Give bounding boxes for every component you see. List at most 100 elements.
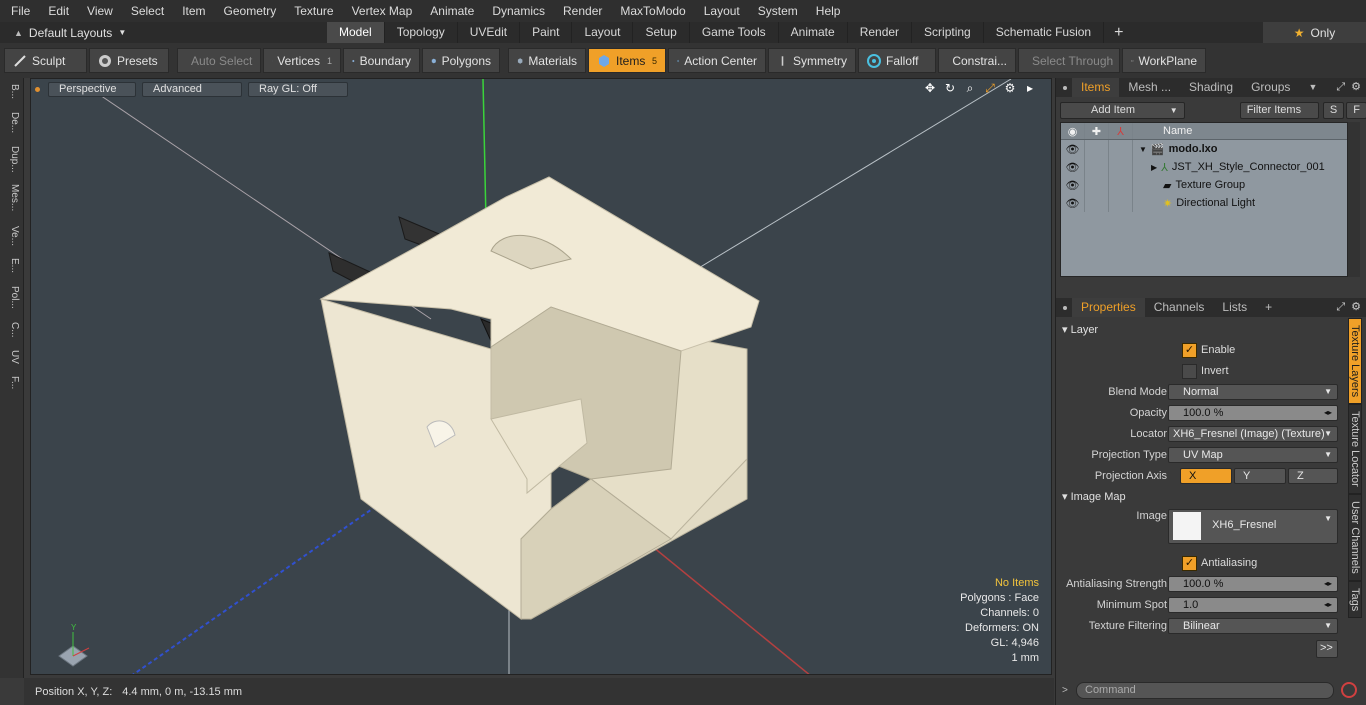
tab-mesh[interactable]: Mesh ...: [1119, 78, 1180, 97]
add-item-button[interactable]: Add Item ▼: [1060, 101, 1185, 119]
gear-icon[interactable]: ⚙: [1351, 78, 1361, 97]
projection-type-select[interactable]: UV Map ▼: [1168, 447, 1338, 463]
tab-groups[interactable]: Groups: [1242, 78, 1299, 97]
falloff-button[interactable]: Falloff: [858, 48, 936, 73]
list-item[interactable]: 👁 ▶ ⅄ JST_XH_Style_Connector_001: [1061, 158, 1347, 176]
render-slot[interactable]: [1109, 176, 1133, 194]
tab-paint[interactable]: Paint: [520, 22, 573, 43]
tab-render[interactable]: Render: [848, 22, 913, 43]
strip-tab-5[interactable]: E...: [4, 258, 20, 273]
tab-topology[interactable]: Topology: [385, 22, 458, 43]
render-slot[interactable]: [1109, 158, 1133, 176]
play-arrow-icon[interactable]: ▸: [1023, 81, 1037, 95]
render-slot[interactable]: [1109, 140, 1133, 158]
lock-slot[interactable]: [1085, 176, 1109, 194]
eye-icon[interactable]: 👁: [1061, 158, 1085, 176]
eye-icon[interactable]: 👁: [1061, 194, 1085, 212]
min-spot-field[interactable]: 1.0 ◂▸: [1168, 597, 1338, 613]
tab-model[interactable]: Model: [327, 22, 385, 43]
panel-dot-icon[interactable]: [1063, 305, 1067, 310]
menu-animate[interactable]: Animate: [421, 0, 483, 22]
antialiasing-checkbox[interactable]: ✓: [1182, 555, 1197, 571]
layer-section-header[interactable]: ▾ Layer: [1062, 323, 1098, 336]
expand-arrow-icon[interactable]: ▼: [1139, 145, 1147, 154]
slider-arrows-icon[interactable]: ◂▸: [1324, 406, 1332, 420]
menu-select[interactable]: Select: [122, 0, 173, 22]
f-button[interactable]: F: [1346, 101, 1366, 119]
viewport-menu-dot-icon[interactable]: [35, 86, 40, 92]
tab-channels[interactable]: Channels: [1145, 298, 1214, 317]
auto-select-button[interactable]: Auto Select: [177, 48, 261, 73]
zoom-icon[interactable]: ⌕: [963, 81, 977, 95]
tab-shading[interactable]: Shading: [1180, 78, 1242, 97]
axis-y-button[interactable]: Y: [1234, 468, 1286, 484]
lock-slot[interactable]: [1085, 158, 1109, 176]
menu-render[interactable]: Render: [554, 0, 611, 22]
menu-help[interactable]: Help: [807, 0, 850, 22]
eye-icon[interactable]: 👁: [1061, 140, 1085, 158]
menu-layout[interactable]: Layout: [695, 0, 749, 22]
strip-tab-9[interactable]: F...: [4, 376, 20, 389]
strip-tab-7[interactable]: C...: [4, 322, 20, 338]
menu-system[interactable]: System: [749, 0, 807, 22]
strip-tab-1[interactable]: De...: [4, 112, 20, 133]
constrain-button[interactable]: Constrai...: [938, 48, 1016, 73]
tab-items[interactable]: Items: [1072, 78, 1120, 97]
invert-checkbox[interactable]: [1182, 363, 1197, 379]
name-column-header[interactable]: Name: [1133, 125, 1192, 137]
list-item[interactable]: 👁 ▰ Texture Group: [1061, 176, 1347, 194]
tab-texture-locator[interactable]: Texture Locator: [1348, 404, 1362, 494]
tab-setup[interactable]: Setup: [633, 22, 690, 43]
lock-slot[interactable]: [1085, 194, 1109, 212]
record-icon[interactable]: [1341, 682, 1357, 698]
strip-tab-6[interactable]: Pol...: [4, 286, 20, 309]
list-item[interactable]: 👁 ✷ Directional Light: [1061, 194, 1347, 212]
advanced-button[interactable]: Advanced: [142, 81, 242, 97]
3d-viewport[interactable]: Perspective Advanced Ray GL: Off ✥ ↻ ⌕ ⤢…: [30, 78, 1052, 675]
list-item[interactable]: 👁 ▼ 🎬 modo.lxo: [1061, 140, 1347, 158]
s-button[interactable]: S: [1322, 101, 1345, 119]
boundary-button[interactable]: Boundary: [343, 48, 420, 73]
menu-dynamics[interactable]: Dynamics: [483, 0, 554, 22]
connector-model[interactable]: [319, 176, 760, 620]
command-input[interactable]: Command: [1076, 681, 1334, 699]
select-through-button[interactable]: Select Through: [1018, 48, 1120, 73]
render-slot[interactable]: [1109, 194, 1133, 212]
more-button[interactable]: >>: [1316, 640, 1338, 658]
menu-geometry[interactable]: Geometry: [215, 0, 286, 22]
slider-arrows-icon[interactable]: ◂▸: [1324, 598, 1332, 612]
sculpt-button[interactable]: Sculpt: [4, 48, 87, 73]
workplane-button[interactable]: WorkPlane: [1122, 48, 1206, 73]
menu-edit[interactable]: Edit: [39, 0, 78, 22]
enable-checkbox[interactable]: ✓: [1182, 342, 1197, 358]
strip-tab-2[interactable]: Dup...: [4, 146, 20, 173]
maximize-icon[interactable]: ⤢: [983, 81, 997, 95]
aa-strength-field[interactable]: 100.0 % ◂▸: [1168, 576, 1338, 592]
add-tab-icon[interactable]: +: [1104, 22, 1133, 43]
strip-tab-4[interactable]: Ve...: [4, 226, 20, 246]
symmetry-button[interactable]: Symmetry: [768, 48, 856, 73]
tab-properties[interactable]: Properties: [1072, 298, 1145, 317]
vertices-button[interactable]: Vertices 1: [263, 48, 341, 73]
lock-slot[interactable]: [1085, 140, 1109, 158]
only-button[interactable]: ★ Only: [1263, 22, 1366, 43]
image-select[interactable]: XH6_Fresnel ▼: [1168, 508, 1338, 544]
tab-layout[interactable]: Layout: [572, 22, 634, 43]
collapsed-arrow-icon[interactable]: ▶: [1151, 163, 1157, 172]
image-map-section-header[interactable]: ▾ Image Map: [1062, 490, 1126, 503]
axis-z-button[interactable]: Z: [1288, 468, 1338, 484]
filter-items-field[interactable]: Filter Items: [1239, 101, 1319, 119]
slider-arrows-icon[interactable]: ◂▸: [1324, 577, 1332, 591]
tab-lists[interactable]: Lists: [1213, 298, 1256, 317]
menu-vertex-map[interactable]: Vertex Map: [343, 0, 422, 22]
expand-icon[interactable]: ⤢: [1336, 298, 1345, 317]
panel-dot-icon[interactable]: [1063, 85, 1067, 90]
gear-icon[interactable]: ⚙: [1003, 81, 1017, 95]
tab-uvedit[interactable]: UVEdit: [458, 22, 521, 43]
polygons-button[interactable]: Polygons: [422, 48, 500, 73]
tab-scripting[interactable]: Scripting: [912, 22, 984, 43]
opacity-field[interactable]: 100.0 % ◂▸: [1168, 405, 1338, 421]
gear-icon[interactable]: ⚙: [1351, 298, 1361, 317]
tab-schematic-fusion[interactable]: Schematic Fusion: [984, 22, 1105, 43]
tab-texture-layers[interactable]: Texture Layers: [1348, 318, 1362, 405]
